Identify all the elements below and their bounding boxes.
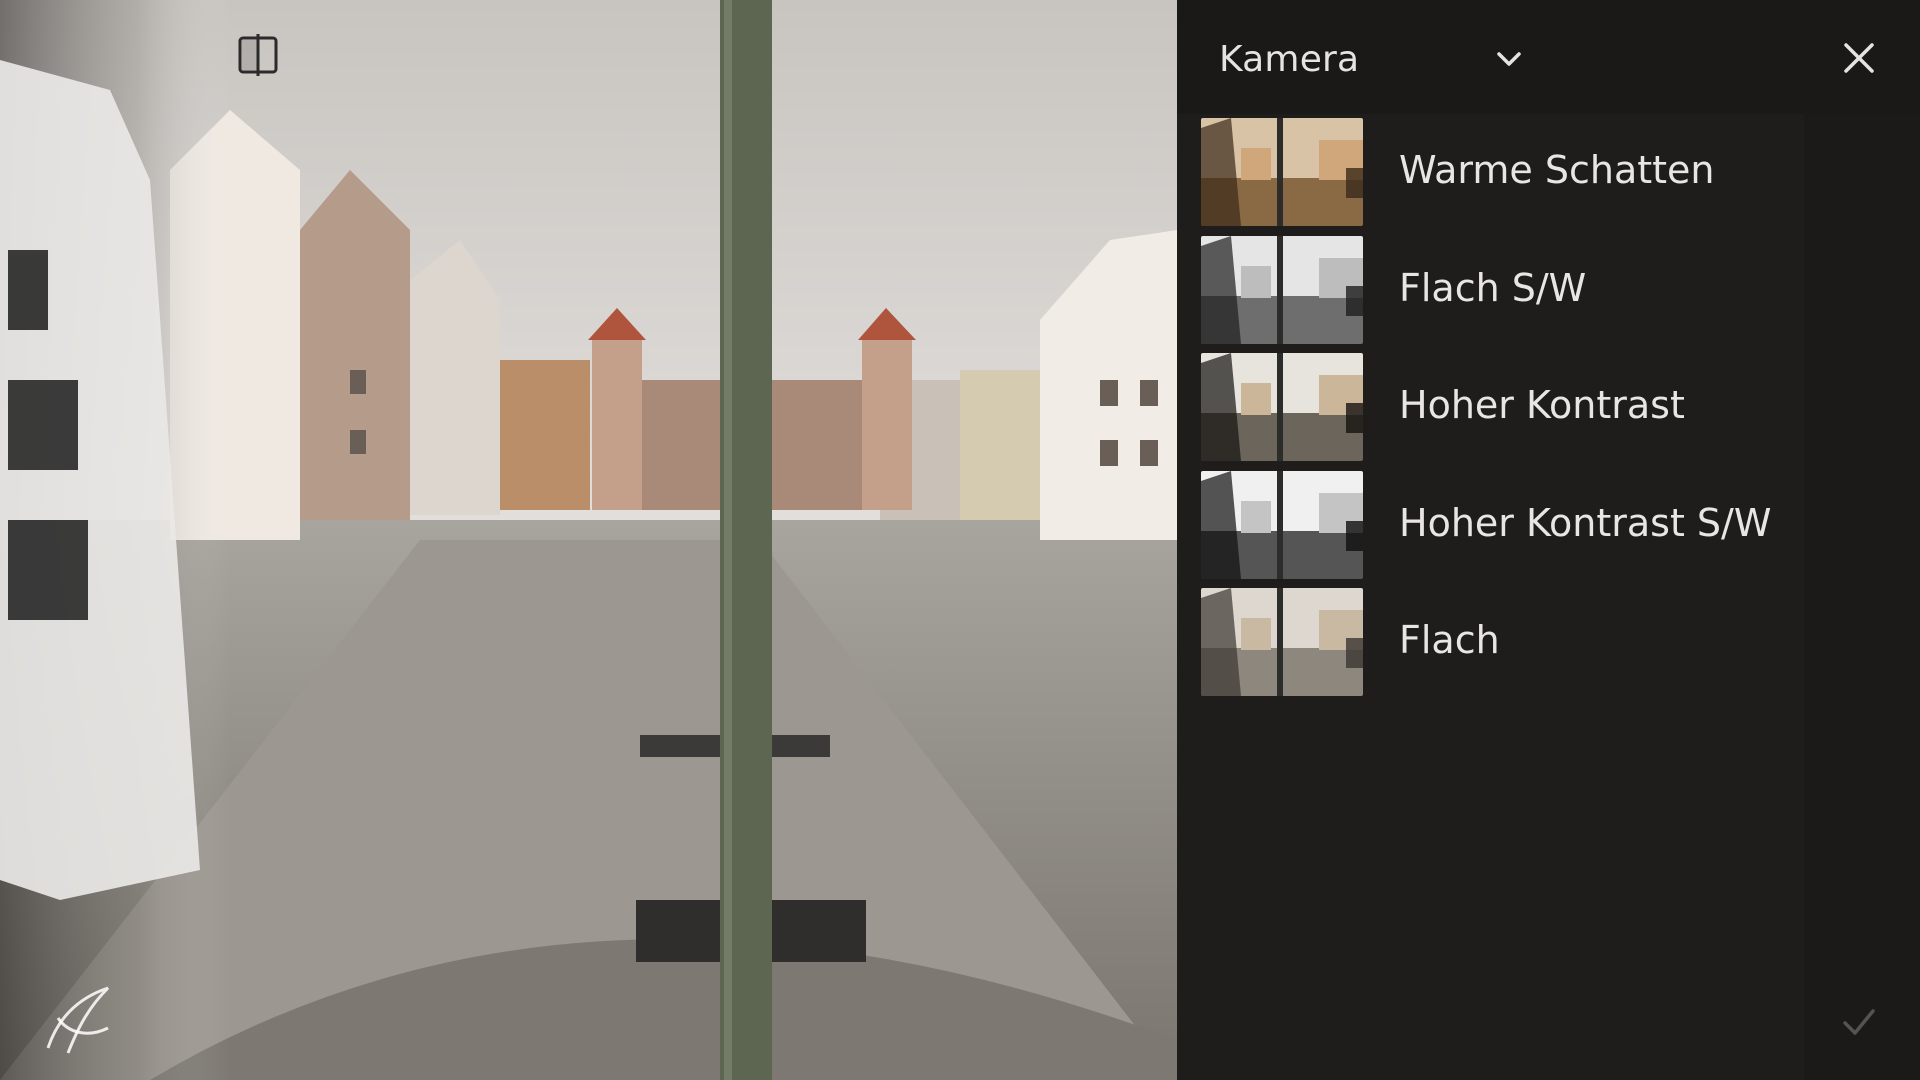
close-icon bbox=[1844, 43, 1874, 73]
checkmark-icon bbox=[1843, 1009, 1875, 1035]
profile-item[interactable]: Warme Schatten bbox=[1177, 114, 1804, 232]
profile-browser-panel: Kamera Warme Schatten Flach S/W Hoher Kont… bbox=[1177, 0, 1920, 1080]
profile-label: Hoher Kontrast S/W bbox=[1399, 500, 1772, 545]
photo-canvas[interactable] bbox=[0, 0, 1177, 1080]
profile-thumbnail bbox=[1201, 118, 1363, 226]
close-button[interactable] bbox=[1835, 34, 1883, 82]
profile-label: Flach S/W bbox=[1399, 265, 1587, 310]
profile-label: Flach bbox=[1399, 618, 1500, 662]
profile-thumbnail bbox=[1201, 470, 1363, 579]
panel-header: Kamera bbox=[1177, 0, 1920, 114]
confirm-button[interactable] bbox=[1835, 998, 1883, 1046]
before-after-compare-icon bbox=[238, 34, 278, 76]
street-photo bbox=[0, 0, 1177, 1080]
profile-item[interactable]: Flach bbox=[1177, 584, 1804, 702]
profile-group-label: Kamera bbox=[1219, 38, 1360, 80]
profile-item[interactable]: Flach S/W bbox=[1177, 232, 1804, 350]
profile-item[interactable]: Hoher Kontrast S/W bbox=[1177, 467, 1804, 585]
panel-gutter bbox=[1804, 114, 1920, 1080]
profile-label: Hoher Kontrast bbox=[1399, 383, 1685, 427]
profile-thumbnail bbox=[1201, 235, 1363, 344]
profile-list: Warme Schatten Flach S/W Hoher Kontrast Hoh… bbox=[1177, 114, 1804, 702]
brand-logo-icon bbox=[38, 978, 118, 1058]
profile-thumbnail bbox=[1201, 588, 1363, 696]
profile-group-dropdown[interactable]: Kamera bbox=[1219, 24, 1659, 94]
profile-thumbnail bbox=[1201, 353, 1363, 461]
profile-label: Warme Schatten bbox=[1399, 148, 1715, 192]
before-after-compare-button[interactable] bbox=[234, 30, 290, 86]
chevron-down-icon bbox=[1497, 52, 1521, 66]
profile-item[interactable]: Hoher Kontrast bbox=[1177, 349, 1804, 467]
